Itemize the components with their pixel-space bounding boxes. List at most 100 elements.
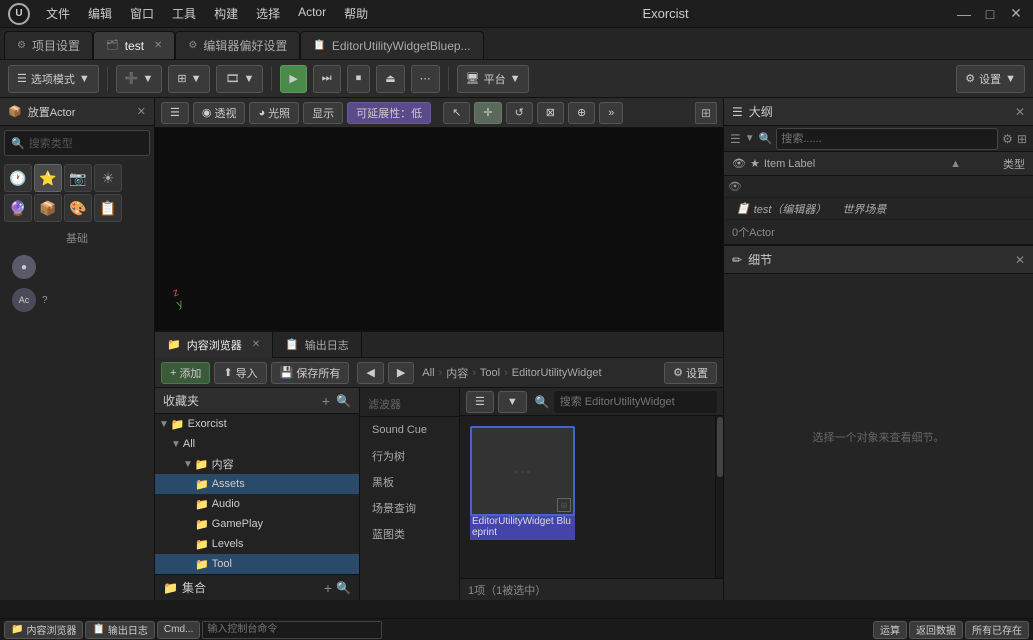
collections-add-icon[interactable]: + — [324, 580, 332, 596]
light-category-btn[interactable]: ☀ — [94, 164, 122, 192]
camera-category-btn[interactable]: 📷 — [64, 164, 92, 192]
menu-edit[interactable]: 编辑 — [80, 3, 120, 24]
nav-forward-button[interactable]: ▶ — [388, 362, 414, 384]
show-button[interactable]: 显示 — [303, 102, 343, 124]
tab-test[interactable]: 🗂 test ✕ — [93, 31, 175, 59]
outliner-filter-chevron-icon[interactable]: ▼ — [745, 133, 755, 144]
tree-item-content[interactable]: ▼ 📁 内容 — [155, 454, 359, 474]
tab-test-close-icon[interactable]: ✕ — [154, 40, 162, 51]
menu-select[interactable]: 选择 — [248, 3, 288, 24]
save-all-button[interactable]: 💾 保存所有 — [271, 362, 350, 384]
lighting-button[interactable]: ◕ 光照 — [249, 102, 299, 124]
tree-item-all[interactable]: ▼ All — [155, 434, 359, 454]
more-play-button[interactable]: ⋯ — [411, 65, 440, 93]
basic-category-btn[interactable]: 📦 — [34, 194, 62, 222]
menu-build[interactable]: 构建 — [206, 3, 246, 24]
tree-item-gameplay[interactable]: 📁 GamePlay — [155, 514, 359, 534]
tree-item-assets[interactable]: 📁 Assets — [155, 474, 359, 494]
content-browser-close-icon[interactable]: ✕ — [252, 339, 260, 350]
breadcrumb-widget[interactable]: EditorUtilityWidget — [512, 367, 602, 379]
menu-file[interactable]: 文件 — [38, 3, 78, 24]
filter-blueprint[interactable]: 蓝图类 — [364, 522, 455, 546]
add-actor-button[interactable]: ➕ ▼ — [116, 65, 163, 93]
details-close-icon[interactable]: ✕ — [1015, 253, 1025, 267]
select-mode-button[interactable]: ☰ 选项模式 ▼ — [8, 65, 99, 93]
content-browser-tab[interactable]: 📁 内容浏览器 ✕ — [155, 332, 273, 358]
transform-mode-button[interactable]: ↖ — [443, 102, 470, 124]
taskbar-run-btn[interactable]: 运算 — [873, 621, 907, 639]
add-content-button[interactable]: + 添加 — [161, 362, 210, 384]
eject-button[interactable]: ⏏ — [376, 65, 404, 93]
outliner-row-world[interactable]: 📋 test（编辑器） 世界场景 — [724, 198, 1033, 220]
outliner-filter-icon[interactable]: ☰ — [730, 132, 741, 146]
nav-back-button[interactable]: ◀ — [357, 362, 383, 384]
stop-button[interactable]: ⏹ — [347, 65, 371, 93]
taskbar-cmd[interactable]: Cmd... — [157, 621, 200, 639]
tree-item-exorcist[interactable]: ▼ 📁 Exorcist — [155, 414, 359, 434]
settings-button[interactable]: ⚙ 设置 ▼ — [956, 65, 1025, 93]
taskbar-all-btn[interactable]: 所有已存在 — [965, 621, 1029, 639]
filter-env-query[interactable]: 场景查询 — [364, 496, 455, 520]
tab-editor-widget[interactable]: 📋 EditorUtilityWidgetBluep... — [300, 31, 483, 59]
breadcrumb-tool[interactable]: Tool — [480, 367, 500, 379]
tab-project-settings[interactable]: ⚙ 项目设置 — [4, 31, 93, 59]
favorites-search-icon[interactable]: 🔍 — [336, 394, 351, 408]
blueprint-category-btn[interactable]: 📋 — [94, 194, 122, 222]
actor-search-box[interactable]: 🔍 搜索类型 — [4, 130, 150, 156]
sort-chevron-button[interactable]: ▼ — [498, 391, 527, 413]
tree-item-tool[interactable]: 📁 Tool — [155, 554, 359, 574]
assets-scrollbar[interactable] — [715, 416, 723, 578]
actor-item-sphere[interactable]: ● — [4, 251, 150, 283]
menu-tools[interactable]: 工具 — [164, 3, 204, 24]
play-options-button[interactable]: ⏭ — [313, 65, 341, 93]
breadcrumb-content[interactable]: 内容 — [446, 365, 468, 381]
scalability-button[interactable]: 可延展性：低 — [347, 102, 431, 124]
cb-settings-button[interactable]: ⚙ 设置 — [664, 362, 717, 384]
breadcrumb-all[interactable]: All — [422, 367, 434, 379]
visual-category-btn[interactable]: 🔮 — [4, 194, 32, 222]
perspective-button[interactable]: ◉ 透视 — [193, 102, 246, 124]
taskbar-return-btn[interactable]: 返回数据 — [909, 621, 963, 639]
filter-blackboard[interactable]: 黑板 — [364, 470, 455, 494]
tree-item-levels[interactable]: 📁 Levels — [155, 534, 359, 554]
favorites-category-btn[interactable]: ⭐ — [34, 164, 62, 192]
outliner-close-icon[interactable]: ✕ — [1015, 105, 1025, 119]
grid-view-button[interactable]: ⊞ — [695, 102, 717, 124]
assets-search-input[interactable] — [554, 391, 717, 413]
minimize-button[interactable]: — — [955, 5, 973, 23]
surface-button[interactable]: ⊕ — [568, 102, 595, 124]
rotate-button[interactable]: ↺ — [506, 102, 533, 124]
asset-item-editor-utility-widget[interactable]: ··· ⊞ EditorUtilityWidget Blueprint — [470, 426, 575, 540]
menu-window[interactable]: 窗口 — [122, 3, 162, 24]
menu-actor[interactable]: Actor — [290, 3, 334, 24]
taskbar-content-browser[interactable]: 📁 内容浏览器 — [4, 621, 83, 639]
outliner-more-icon[interactable]: ⊞ — [1017, 132, 1027, 146]
material-category-btn[interactable]: 🎨 — [64, 194, 92, 222]
eye-column-icon[interactable]: 👁 — [732, 157, 746, 170]
snap-button[interactable]: ⊞ ▼ — [168, 65, 210, 93]
menu-help[interactable]: 帮助 — [336, 3, 376, 24]
play-button[interactable]: ▶ — [280, 65, 306, 93]
sort-button[interactable]: ☰ — [466, 391, 494, 413]
collections-search-icon[interactable]: 🔍 — [336, 581, 351, 595]
taskbar-console-input[interactable] — [202, 621, 382, 639]
actor-item-ac[interactable]: Ac ? — [4, 284, 150, 316]
hamburger-button[interactable]: ☰ — [161, 102, 189, 124]
favorites-add-icon[interactable]: + — [322, 393, 330, 409]
more-vp-button[interactable]: » — [599, 102, 623, 124]
timeline-button[interactable]: 🎞 ▼ — [216, 65, 263, 93]
tab-editor-prefs[interactable]: ⚙ 编辑器偏好设置 — [175, 31, 300, 59]
filter-behavior-tree[interactable]: 行为树 — [364, 444, 455, 468]
recent-category-btn[interactable]: 🕐 — [4, 164, 32, 192]
scale-button[interactable]: ⊠ — [537, 102, 564, 124]
visibility-icon[interactable]: 👁 — [728, 180, 742, 193]
place-actor-close-icon[interactable]: ✕ — [137, 105, 146, 118]
star-column-icon[interactable]: ★ — [750, 157, 760, 170]
close-button[interactable]: ✕ — [1007, 5, 1025, 23]
platform-button[interactable]: 🖥 平台 ▼ — [457, 65, 530, 93]
taskbar-output-log[interactable]: 📋 输出日志 — [85, 621, 154, 639]
tree-item-audio[interactable]: 📁 Audio — [155, 494, 359, 514]
filter-sound-cue[interactable]: Sound Cue — [364, 418, 455, 442]
import-button[interactable]: ⬆ 导入 — [214, 362, 266, 384]
maximize-button[interactable]: □ — [981, 5, 999, 23]
